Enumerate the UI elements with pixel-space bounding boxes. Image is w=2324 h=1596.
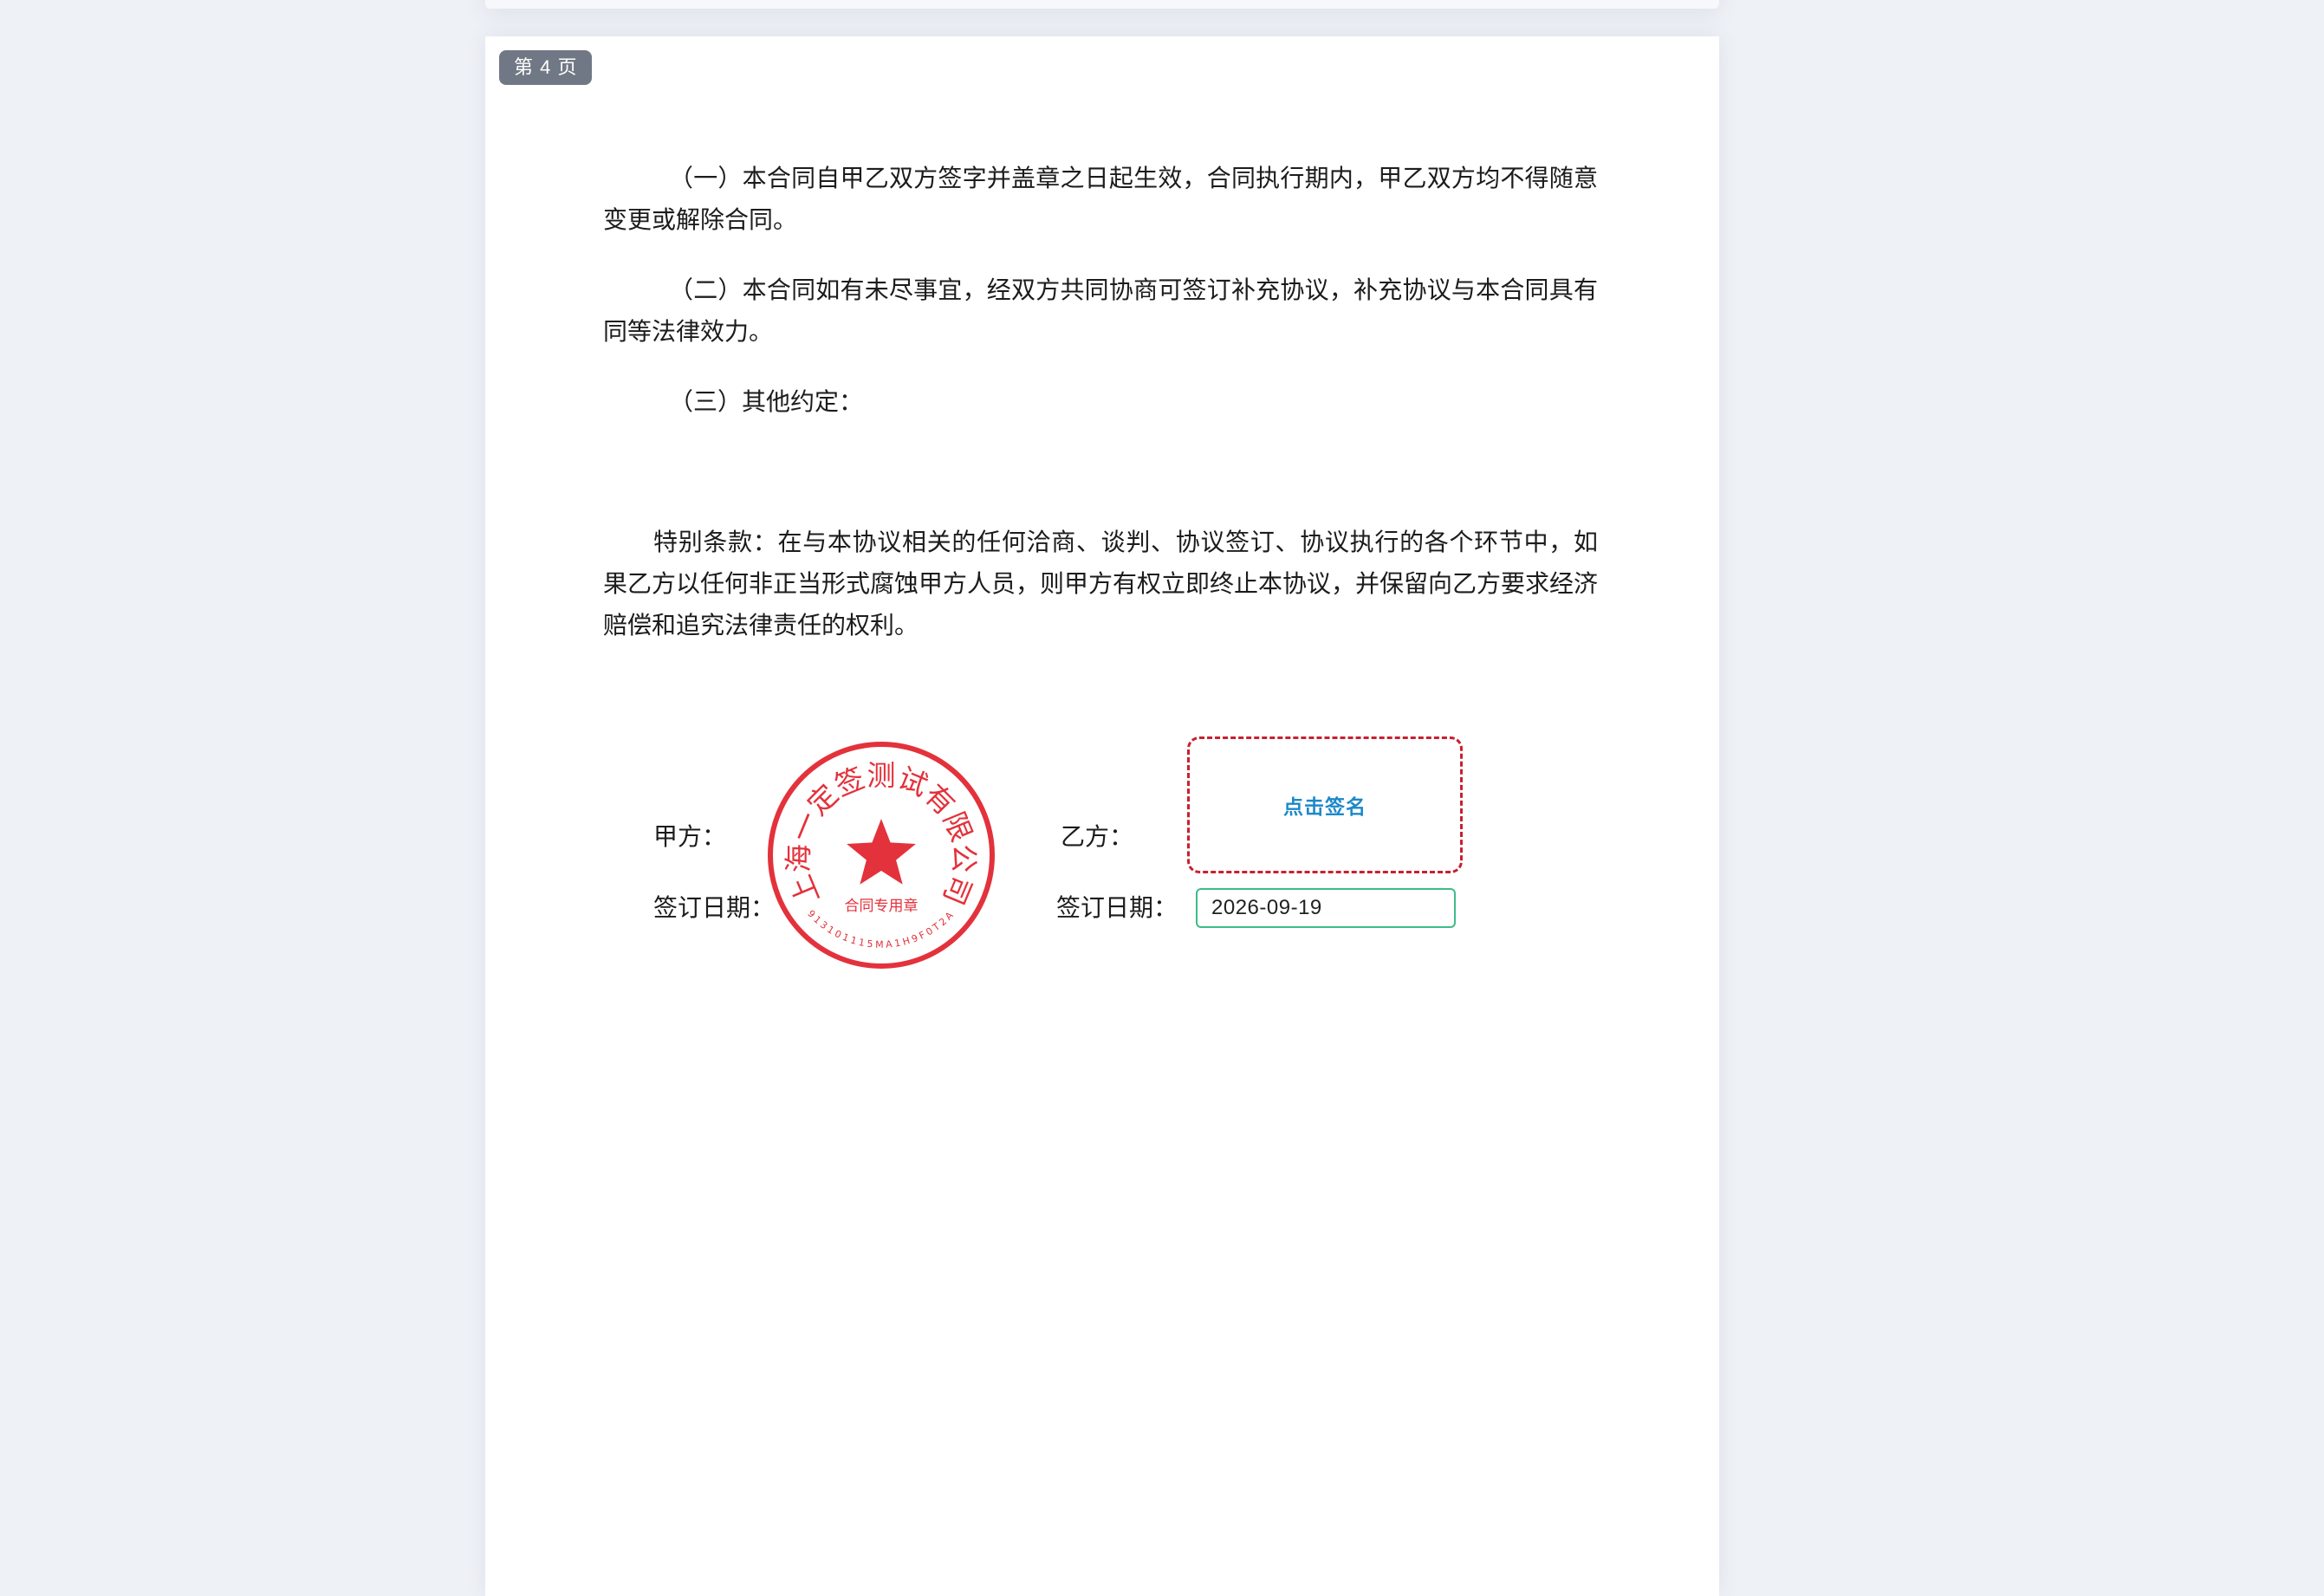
- clause-2: （二）本合同如有未尽事宜，经双方共同协商可签订补充协议，补充协议与本合同具有同等…: [603, 276, 1598, 346]
- company-seal: 上海一定签测试有限公司 合同专用章 913101115MA1H9F0T2A: [764, 738, 998, 972]
- party-a-date-label: 签订日期：: [653, 893, 776, 922]
- page-number-badge: 第 4 页: [499, 50, 593, 85]
- clause-3: （三）其他约定：: [669, 387, 864, 416]
- party-b-label: 乙方：: [1061, 822, 1134, 851]
- special-clause: 特别条款：在与本协议相关的任何洽商、谈判、协议签订、协议执行的各个环节中，如果乙…: [603, 528, 1599, 639]
- sign-date-input[interactable]: [1196, 888, 1456, 928]
- party-b-date-label: 签订日期：: [1056, 893, 1178, 922]
- document-page: 第 4 页 （一）本合同自甲乙双方签字并盖章之日起生效，合同执行期内，甲乙双方均…: [485, 36, 1719, 1596]
- previous-page-edge: [485, 0, 1719, 9]
- seal-star-icon: [847, 819, 916, 885]
- party-a-label: 甲方：: [653, 822, 727, 851]
- signature-box[interactable]: 点击签名: [1187, 736, 1463, 873]
- company-seal-icon: 上海一定签测试有限公司 合同专用章 913101115MA1H9F0T2A: [768, 742, 995, 969]
- clause-1: （一）本合同自甲乙双方签字并盖章之日起生效，合同执行期内，甲乙双方均不得随意变更…: [603, 164, 1598, 234]
- seal-purpose-text: 合同专用章: [845, 898, 919, 915]
- contract-clauses: （一）本合同自甲乙双方签字并盖章之日起生效，合同执行期内，甲乙双方均不得随意变更…: [603, 158, 1598, 423]
- sign-button-label: 点击签名: [1283, 796, 1366, 819]
